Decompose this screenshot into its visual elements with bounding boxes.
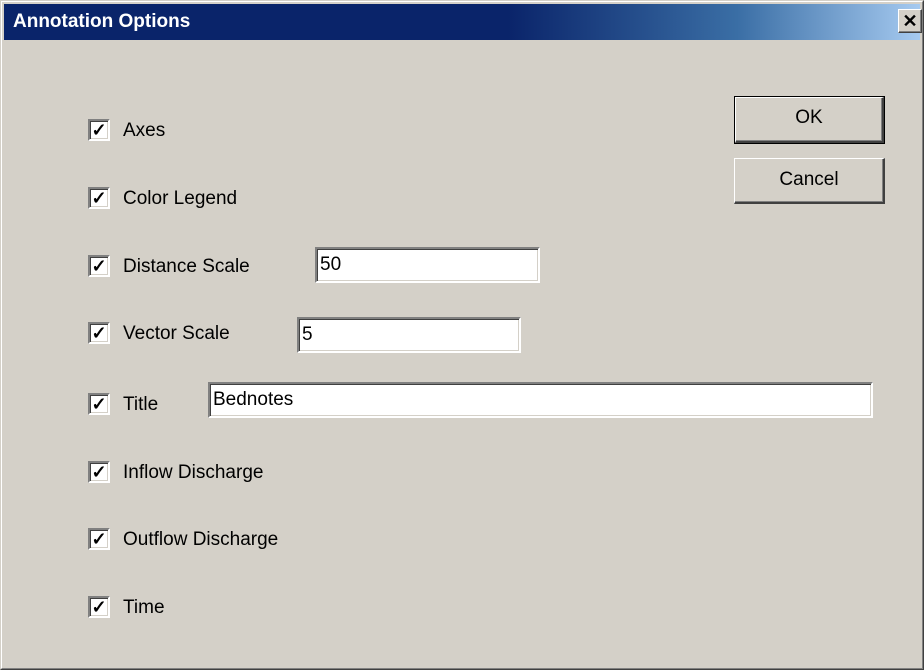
checkmark-icon: ✓ (91, 323, 107, 343)
cancel-button[interactable]: Cancel (734, 158, 885, 204)
checkmark-icon: ✓ (91, 394, 107, 414)
inflow-discharge-label: Inflow Discharge (123, 462, 264, 483)
inflow-discharge-checkbox[interactable]: ✓ (88, 461, 110, 483)
checkmark-icon: ✓ (91, 120, 107, 140)
title-label: Title (123, 394, 159, 415)
title-checkbox[interactable]: ✓ (88, 393, 110, 415)
distance-scale-checkbox[interactable]: ✓ (88, 255, 110, 277)
time-label: Time (123, 597, 165, 618)
vector-scale-input[interactable] (302, 322, 514, 348)
checkmark-icon: ✓ (91, 597, 107, 617)
close-icon: ✕ (902, 11, 918, 31)
title-bar[interactable]: Annotation Options ✕ (4, 4, 922, 40)
vector-scale-label: Vector Scale (123, 323, 230, 344)
distance-scale-field[interactable] (315, 247, 540, 283)
axes-label: Axes (123, 120, 166, 141)
vector-scale-checkbox[interactable]: ✓ (88, 322, 110, 344)
time-checkbox[interactable]: ✓ (88, 596, 110, 618)
checkmark-icon: ✓ (91, 529, 107, 549)
color-legend-checkbox[interactable]: ✓ (88, 187, 110, 209)
checkmark-icon: ✓ (91, 462, 107, 482)
checkmark-icon: ✓ (91, 256, 107, 276)
axes-checkbox[interactable]: ✓ (88, 119, 110, 141)
distance-scale-label: Distance Scale (123, 256, 250, 277)
vector-scale-field[interactable] (297, 317, 521, 353)
outflow-discharge-label: Outflow Discharge (123, 529, 279, 550)
dialog-title: Annotation Options (13, 11, 191, 32)
title-input[interactable] (213, 387, 866, 413)
distance-scale-input[interactable] (320, 252, 533, 278)
ok-button-label: OK (735, 97, 884, 143)
ok-button[interactable]: OK (734, 96, 885, 144)
outflow-discharge-checkbox[interactable]: ✓ (88, 528, 110, 550)
color-legend-label: Color Legend (123, 188, 238, 209)
checkmark-icon: ✓ (91, 188, 107, 208)
close-button[interactable]: ✕ (898, 9, 922, 33)
annotation-options-dialog: Annotation Options ✕ ✓ Axes ✓ Color Lege… (0, 0, 924, 670)
title-field[interactable] (208, 382, 873, 418)
